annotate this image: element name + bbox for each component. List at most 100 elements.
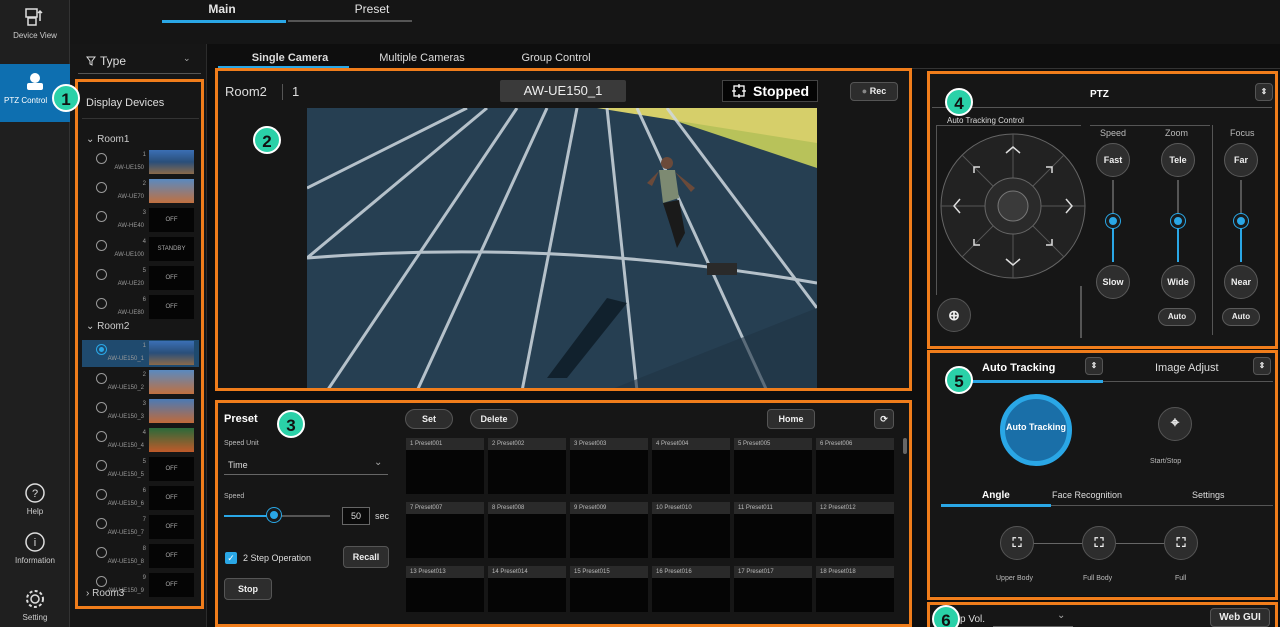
refresh-button[interactable]: ⟳ <box>874 409 894 429</box>
volume-dropdown[interactable]: ⌄ <box>993 609 1073 627</box>
zoom-auto-button[interactable]: Auto <box>1158 308 1196 326</box>
list-item[interactable]: 8 AW-UE150_8 OFF <box>82 543 199 570</box>
preset-cell[interactable]: 3 Preset003 <box>570 438 648 494</box>
list-item[interactable]: 1 AW-UE150 <box>82 149 199 176</box>
tab-angle[interactable]: Angle <box>982 490 1010 501</box>
preset-label: 5 Preset005 <box>734 438 812 450</box>
device-thumbnail: OFF <box>149 295 194 319</box>
preset-cell[interactable]: 5 Preset005 <box>734 438 812 494</box>
tab-main[interactable]: Main <box>142 2 302 16</box>
list-item[interactable]: 6 AW-UE150_6 OFF <box>82 485 199 512</box>
tab-multiple-cameras[interactable]: Multiple Cameras <box>362 52 482 64</box>
list-item[interactable]: 3 AW-HE40 OFF <box>82 207 199 234</box>
speed-value-input[interactable]: 50 <box>342 507 370 525</box>
preset-cell[interactable]: 6 Preset006 <box>816 438 894 494</box>
list-item[interactable]: 4 AW-UE100 STANDBY <box>82 236 199 263</box>
room3-label[interactable]: › Room3 <box>86 588 124 599</box>
device-number: 1 <box>142 343 146 349</box>
recall-button[interactable]: Recall <box>343 546 389 568</box>
list-item[interactable]: 3 AW-UE150_3 <box>82 398 199 425</box>
web-gui-button[interactable]: Web GUI <box>1210 608 1270 627</box>
focus-auto-button[interactable]: Auto <box>1222 308 1260 326</box>
home-button[interactable]: Home <box>767 409 815 429</box>
start-stop-label: Start/Stop <box>1150 458 1182 465</box>
room2-label[interactable]: ⌄ Room2 <box>86 321 129 332</box>
ptz-collapse-button[interactable]: ⇕ <box>1255 83 1273 101</box>
tab-group-control[interactable]: Group Control <box>496 52 616 64</box>
tab-image-adjust[interactable]: Image Adjust <box>1155 362 1219 374</box>
device-view-nav[interactable]: Device View <box>0 6 70 40</box>
device-number: 5 <box>142 268 146 274</box>
focus-slider-knob[interactable] <box>1234 214 1248 228</box>
tab-preset[interactable]: Preset <box>292 2 452 16</box>
preset-cell[interactable]: 9 Preset009 <box>570 502 648 558</box>
two-step-label: 2 Step Operation <box>243 553 312 563</box>
set-button[interactable]: Set <box>405 409 453 429</box>
preset-cell[interactable]: 18 Preset018 <box>816 566 894 612</box>
focus-near-button[interactable]: Near <box>1224 265 1258 299</box>
preset-cell[interactable]: 1 Preset001 <box>406 438 484 494</box>
device-number: 4 <box>142 430 146 436</box>
full-button[interactable]: ⛶ <box>1164 526 1198 560</box>
focus-far-button[interactable]: Far <box>1224 143 1258 177</box>
preset-name: Preset008 <box>497 505 525 511</box>
divider <box>932 107 1272 108</box>
full-body-button[interactable]: ⛶ <box>1082 526 1116 560</box>
list-item[interactable]: 7 AW-UE150_7 OFF <box>82 514 199 541</box>
preset-cell[interactable]: 4 Preset004 <box>652 438 730 494</box>
device-number: 3 <box>142 401 146 407</box>
list-item[interactable]: 2 AW-UE150_2 <box>82 369 199 396</box>
tracking-target-icon <box>732 84 746 98</box>
center-position-button[interactable]: ⊕ <box>937 298 971 332</box>
image-adjust-collapse-button[interactable]: ⇕ <box>1253 357 1271 375</box>
speed-fast-button[interactable]: Fast <box>1096 143 1130 177</box>
settings-nav[interactable]: Setting <box>0 588 70 622</box>
preset-scrollbar[interactable] <box>903 438 907 454</box>
preset-cell[interactable]: 13 Preset013 <box>406 566 484 612</box>
start-stop-button[interactable]: ⌖ <box>1158 407 1192 441</box>
auto-tracking-button[interactable]: Auto Tracking <box>1000 394 1072 466</box>
zoom-tele-button[interactable]: Tele <box>1161 143 1195 177</box>
preset-cell[interactable]: 12 Preset012 <box>816 502 894 558</box>
preset-cell[interactable]: 14 Preset014 <box>488 566 566 612</box>
preset-cell[interactable]: 17 Preset017 <box>734 566 812 612</box>
delete-button[interactable]: Delete <box>470 409 518 429</box>
zoom-wide-button[interactable]: Wide <box>1161 265 1195 299</box>
zoom-slider-knob[interactable] <box>1171 214 1185 228</box>
rec-button[interactable]: ● Rec <box>850 82 898 101</box>
list-item[interactable]: 5 AW-UE20 OFF <box>82 265 199 292</box>
tab-auto-tracking[interactable]: Auto Tracking <box>982 362 1055 374</box>
room1-label[interactable]: ⌄ Room1 <box>86 134 129 145</box>
pan-tilt-joystick[interactable] <box>940 133 1086 279</box>
speed-unit-dropdown[interactable]: Time ⌄ <box>224 455 388 475</box>
preset-cell[interactable]: 8 Preset008 <box>488 502 566 558</box>
speed-slider-knob[interactable] <box>1106 214 1120 228</box>
preset-cell[interactable]: 10 Preset010 <box>652 502 730 558</box>
tab-single-camera[interactable]: Single Camera <box>230 52 350 64</box>
auto-tracking-collapse-button[interactable]: ⇕ <box>1085 357 1103 375</box>
preset-cell[interactable]: 15 Preset015 <box>570 566 648 612</box>
information-nav[interactable]: i Information <box>0 531 70 565</box>
preset-cell[interactable]: 2 Preset002 <box>488 438 566 494</box>
stop-button[interactable]: Stop <box>224 578 272 600</box>
speed-slow-button[interactable]: Slow <box>1096 265 1130 299</box>
list-item[interactable]: 1 AW-UE150_1 <box>82 340 199 367</box>
full-icon: ⛶ <box>1176 535 1186 550</box>
preset-cell[interactable]: 11 Preset011 <box>734 502 812 558</box>
preset-cell[interactable]: 16 Preset016 <box>652 566 730 612</box>
running-track-image <box>307 108 817 391</box>
preset-cell[interactable]: 7 Preset007 <box>406 502 484 558</box>
tab-settings[interactable]: Settings <box>1192 490 1225 500</box>
device-number: 6 <box>142 297 146 303</box>
two-step-checkbox[interactable]: ✓ <box>225 552 237 564</box>
tab-face-recognition[interactable]: Face Recognition <box>1052 490 1122 500</box>
list-item[interactable]: 6 AW-UE80 OFF <box>82 294 199 321</box>
list-item[interactable]: 5 AW-UE150_5 OFF <box>82 456 199 483</box>
speed-slider-knob[interactable] <box>267 508 281 522</box>
upper-body-button[interactable]: ⛶ <box>1000 526 1034 560</box>
list-item[interactable]: 2 AW-UE70 <box>82 178 199 205</box>
list-item[interactable]: 4 AW-UE150_4 <box>82 427 199 454</box>
zoom-slider-fill <box>1177 222 1179 262</box>
type-filter-dropdown[interactable]: Type ⌄ <box>78 48 201 74</box>
help-nav[interactable]: ? Help <box>0 482 70 516</box>
